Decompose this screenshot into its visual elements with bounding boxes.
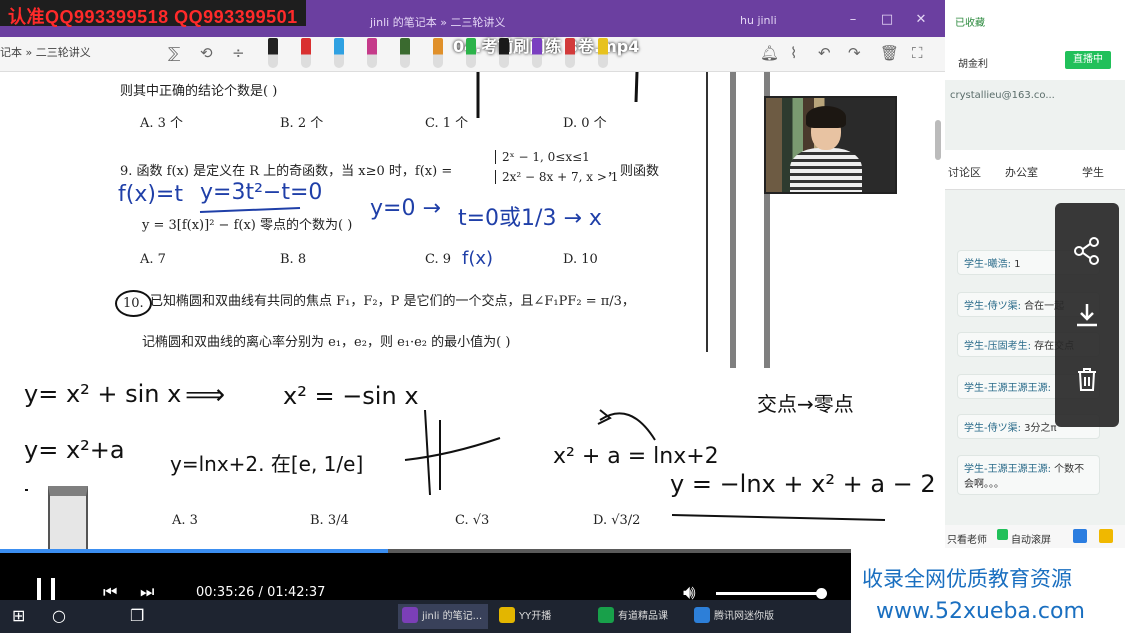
chat-sender: 学生-曦浩: bbox=[964, 259, 1011, 270]
chat-sender: 学生-侍ツ渠: bbox=[964, 301, 1021, 312]
time-separator: / bbox=[258, 585, 263, 600]
pen-tool[interactable] bbox=[433, 38, 443, 68]
chat-sender: 学生-压固考生: bbox=[964, 341, 1031, 352]
video-minimize-icon[interactable]: – bbox=[985, 28, 994, 49]
taskbar-item[interactable]: YY开播 bbox=[495, 604, 585, 629]
webcam-person-body bbox=[790, 148, 862, 192]
user-email: crystallieu@163.co... bbox=[950, 90, 1055, 101]
current-time: 00:35:26 bbox=[196, 585, 255, 600]
chat-sender: 学生-王源王源王源: bbox=[964, 464, 1051, 475]
video-title: 04.考前刷门练 3卷.mp4 bbox=[453, 37, 640, 56]
chat-text: 1 bbox=[1014, 259, 1021, 270]
previous-icon[interactable]: ⏮︎ bbox=[103, 582, 117, 602]
share-icon[interactable] bbox=[1064, 236, 1110, 273]
promo-slogan: 收录全网优质教育资源 bbox=[862, 567, 1072, 591]
teacher-webcam[interactable] bbox=[764, 96, 897, 194]
video-close-icon[interactable]: ✕ bbox=[1085, 28, 1100, 49]
next-icon[interactable]: ⏭︎ bbox=[140, 582, 154, 602]
live-badge: 直播中 bbox=[1065, 51, 1111, 69]
tencent-icon bbox=[694, 607, 710, 623]
chat-sender: 学生-侍ツ渠: bbox=[964, 423, 1021, 434]
trash-icon[interactable] bbox=[1064, 364, 1110, 401]
yy-icon bbox=[499, 607, 515, 623]
teacher-name: 胡金利 bbox=[958, 59, 988, 70]
promo-url[interactable]: www.52xueba.com bbox=[876, 599, 1085, 624]
taskbar-item-label: jinli 的笔记... bbox=[422, 611, 483, 622]
emoji-icon[interactable] bbox=[1099, 529, 1113, 543]
video-maximize-icon[interactable]: □ bbox=[1035, 28, 1052, 49]
tab-students[interactable]: 学生 bbox=[1082, 164, 1104, 180]
handwriting-strokes bbox=[25, 71, 886, 521]
taskbar-item-label: 有道精品课 bbox=[618, 611, 668, 622]
chat-message: 学生-王源王源王源: 个数不会啊。。。 bbox=[957, 455, 1100, 495]
taskbar-item[interactable]: 腾讯网迷你版 bbox=[690, 604, 790, 629]
taskbar-item-label: 腾讯网迷你版 bbox=[714, 611, 774, 622]
pen-tool[interactable] bbox=[466, 38, 476, 68]
pen-tool[interactable] bbox=[367, 38, 377, 68]
checkbox-icon[interactable] bbox=[997, 529, 1008, 540]
download-icon[interactable] bbox=[1064, 300, 1110, 337]
chat-badge-icon[interactable] bbox=[1073, 529, 1087, 543]
cortana-icon[interactable]: ○ bbox=[52, 606, 66, 625]
pen-tool[interactable] bbox=[532, 38, 542, 68]
auto-scroll-label: 自动滚屏 bbox=[1011, 535, 1051, 546]
duration: 01:42:37 bbox=[267, 585, 326, 600]
chat-text: 3分之π bbox=[1024, 423, 1057, 434]
pen-tool[interactable] bbox=[499, 38, 509, 68]
tab-discussion[interactable]: 讨论区 bbox=[948, 164, 981, 180]
tab-office[interactable]: 办公室 bbox=[1005, 164, 1038, 180]
pen-tool[interactable] bbox=[598, 38, 608, 68]
pen-tool[interactable] bbox=[400, 38, 410, 68]
pen-tool[interactable] bbox=[301, 38, 311, 68]
pen-tool[interactable] bbox=[334, 38, 344, 68]
taskview-icon[interactable]: ❐ bbox=[130, 606, 144, 625]
volume-slider[interactable] bbox=[716, 592, 826, 595]
onenote-icon bbox=[402, 607, 418, 623]
pen-tool[interactable] bbox=[565, 38, 575, 68]
taskbar-item[interactable]: jinli 的笔记... bbox=[398, 604, 488, 629]
time-display: 00:35:26 / 01:42:37 bbox=[196, 585, 325, 600]
only-teacher-toggle[interactable]: 只看老师 bbox=[947, 531, 987, 546]
pen-tool[interactable] bbox=[268, 38, 278, 68]
taskbar-item[interactable]: 有道精品课 bbox=[594, 604, 684, 629]
windows-start-icon[interactable]: ⊞ bbox=[12, 606, 25, 625]
youdao-icon bbox=[598, 607, 614, 623]
taskbar-item-label: YY开播 bbox=[519, 611, 552, 622]
webcam-person-hair bbox=[806, 106, 846, 128]
chat-sender: 学生-王源王源王源: bbox=[964, 383, 1051, 394]
favorite-label[interactable]: 已收藏 bbox=[955, 14, 985, 29]
volume-knob[interactable] bbox=[815, 588, 827, 599]
